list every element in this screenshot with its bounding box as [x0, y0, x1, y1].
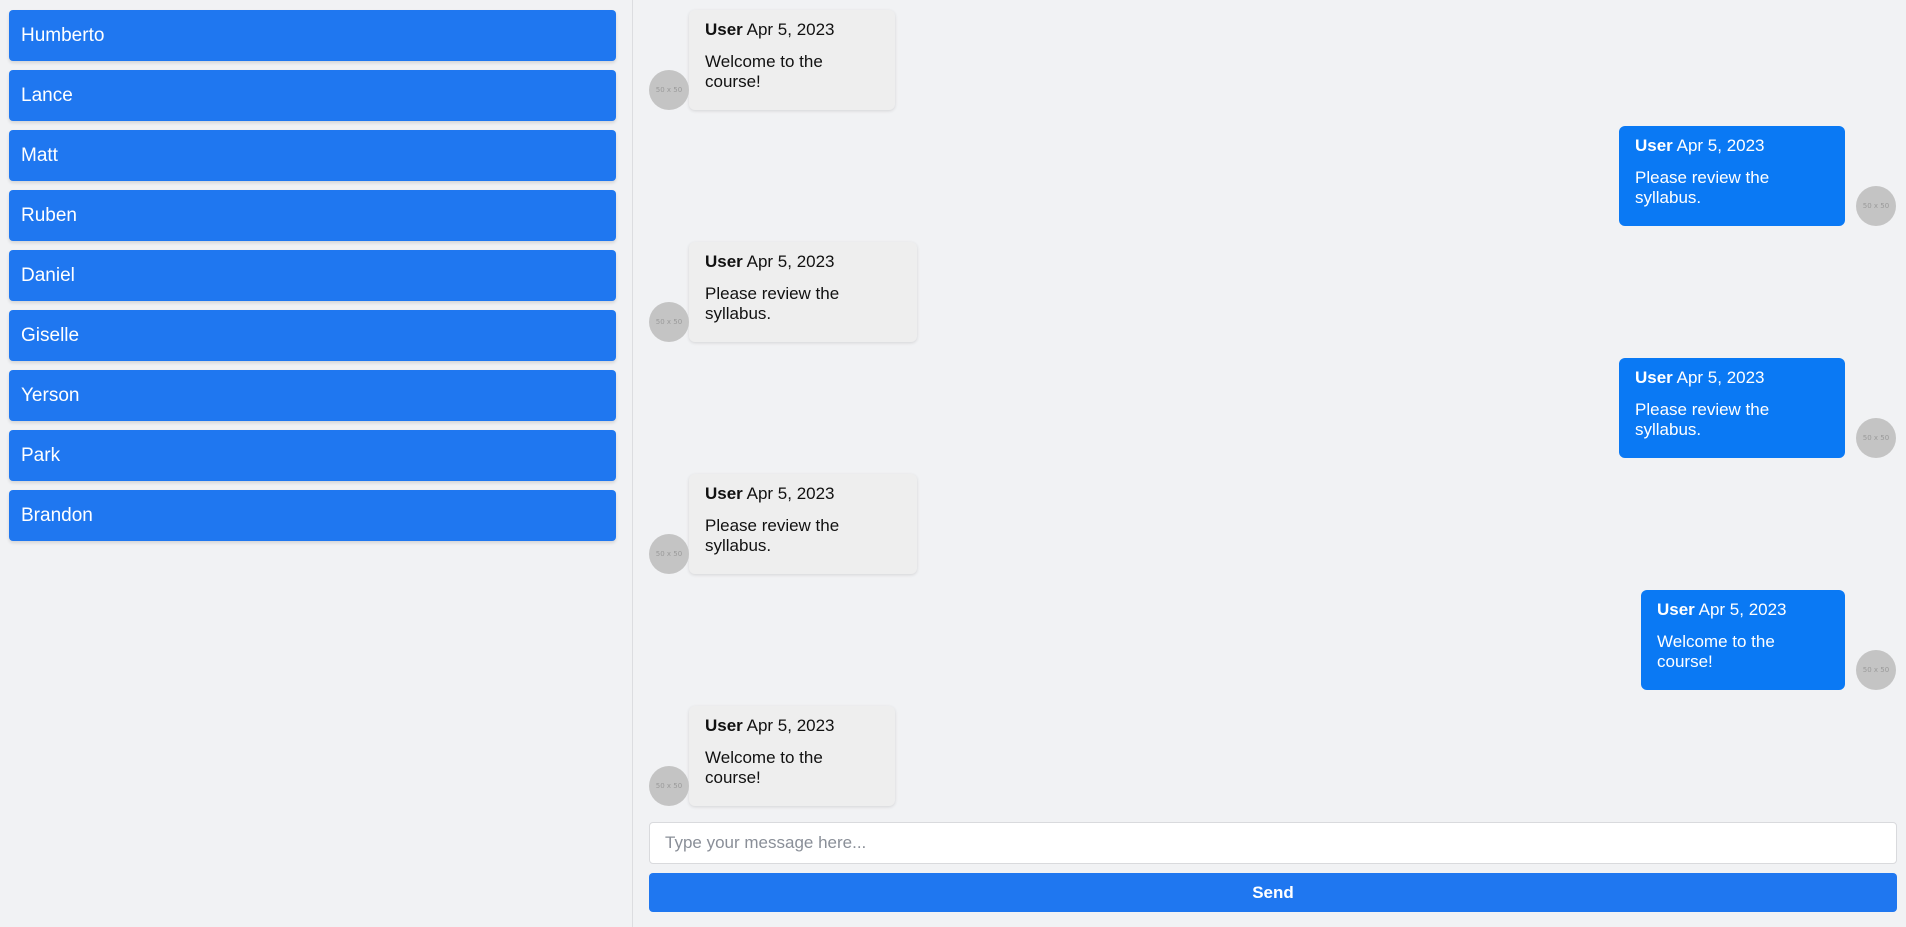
- avatar: 50 x 50: [649, 534, 689, 574]
- message-author: User: [1657, 600, 1695, 619]
- message-bubble: User Apr 5, 2023 Please review the sylla…: [1619, 358, 1845, 458]
- contact-item-humberto[interactable]: Humberto: [9, 10, 616, 61]
- contact-item-park[interactable]: Park: [9, 430, 616, 481]
- avatar: 50 x 50: [649, 766, 689, 806]
- send-button[interactable]: Send: [649, 873, 1897, 912]
- contact-item-daniel[interactable]: Daniel: [9, 250, 616, 301]
- contact-item-matt[interactable]: Matt: [9, 130, 616, 181]
- message-bubble: User Apr 5, 2023 Welcome to the course!: [689, 706, 895, 806]
- contact-item-ruben[interactable]: Ruben: [9, 190, 616, 241]
- message-text: Please review the syllabus.: [705, 516, 840, 555]
- message-author: User: [1635, 136, 1673, 155]
- contact-sidebar: Humberto Lance Matt Ruben Daniel Giselle…: [0, 0, 633, 927]
- message-author: User: [705, 20, 743, 39]
- message-input[interactable]: [649, 822, 1897, 864]
- message-bubble: User Apr 5, 2023 Please review the sylla…: [1619, 126, 1845, 226]
- contact-item-lance[interactable]: Lance: [9, 70, 616, 121]
- message-date: Apr 5, 2023: [746, 484, 835, 503]
- avatar: 50 x 50: [1856, 418, 1896, 458]
- avatar: 50 x 50: [649, 70, 689, 110]
- chat-panel: User Apr 5, 2023 Welcome to the course! …: [633, 0, 1906, 927]
- message-date: Apr 5, 2023: [746, 20, 835, 39]
- contact-item-brandon[interactable]: Brandon: [9, 490, 616, 541]
- message-bubble: User Apr 5, 2023 Welcome to the course!: [689, 10, 895, 110]
- avatar: 50 x 50: [1856, 186, 1896, 226]
- message-date: Apr 5, 2023: [1676, 368, 1765, 387]
- message-text: Welcome to the course!: [705, 52, 823, 91]
- message-author: User: [705, 716, 743, 735]
- message-bubble: User Apr 5, 2023 Welcome to the course!: [1641, 590, 1845, 690]
- message-bubble: User Apr 5, 2023 Please review the sylla…: [689, 242, 917, 342]
- message-author: User: [705, 484, 743, 503]
- message-text: Please review the syllabus.: [1635, 168, 1770, 207]
- contact-item-yerson[interactable]: Yerson: [9, 370, 616, 421]
- message-date: Apr 5, 2023: [1676, 136, 1765, 155]
- message-author: User: [705, 252, 743, 271]
- message-text: Please review the syllabus.: [705, 284, 840, 323]
- message-date: Apr 5, 2023: [746, 252, 835, 271]
- avatar: 50 x 50: [1856, 650, 1896, 690]
- message-text: Welcome to the course!: [1657, 632, 1775, 671]
- avatar: 50 x 50: [649, 302, 689, 342]
- message-date: Apr 5, 2023: [746, 716, 835, 735]
- message-bubble: User Apr 5, 2023 Please review the sylla…: [689, 474, 917, 574]
- message-author: User: [1635, 368, 1673, 387]
- message-date: Apr 5, 2023: [1698, 600, 1787, 619]
- message-text: Welcome to the course!: [705, 748, 823, 787]
- message-text: Please review the syllabus.: [1635, 400, 1770, 439]
- contact-item-giselle[interactable]: Giselle: [9, 310, 616, 361]
